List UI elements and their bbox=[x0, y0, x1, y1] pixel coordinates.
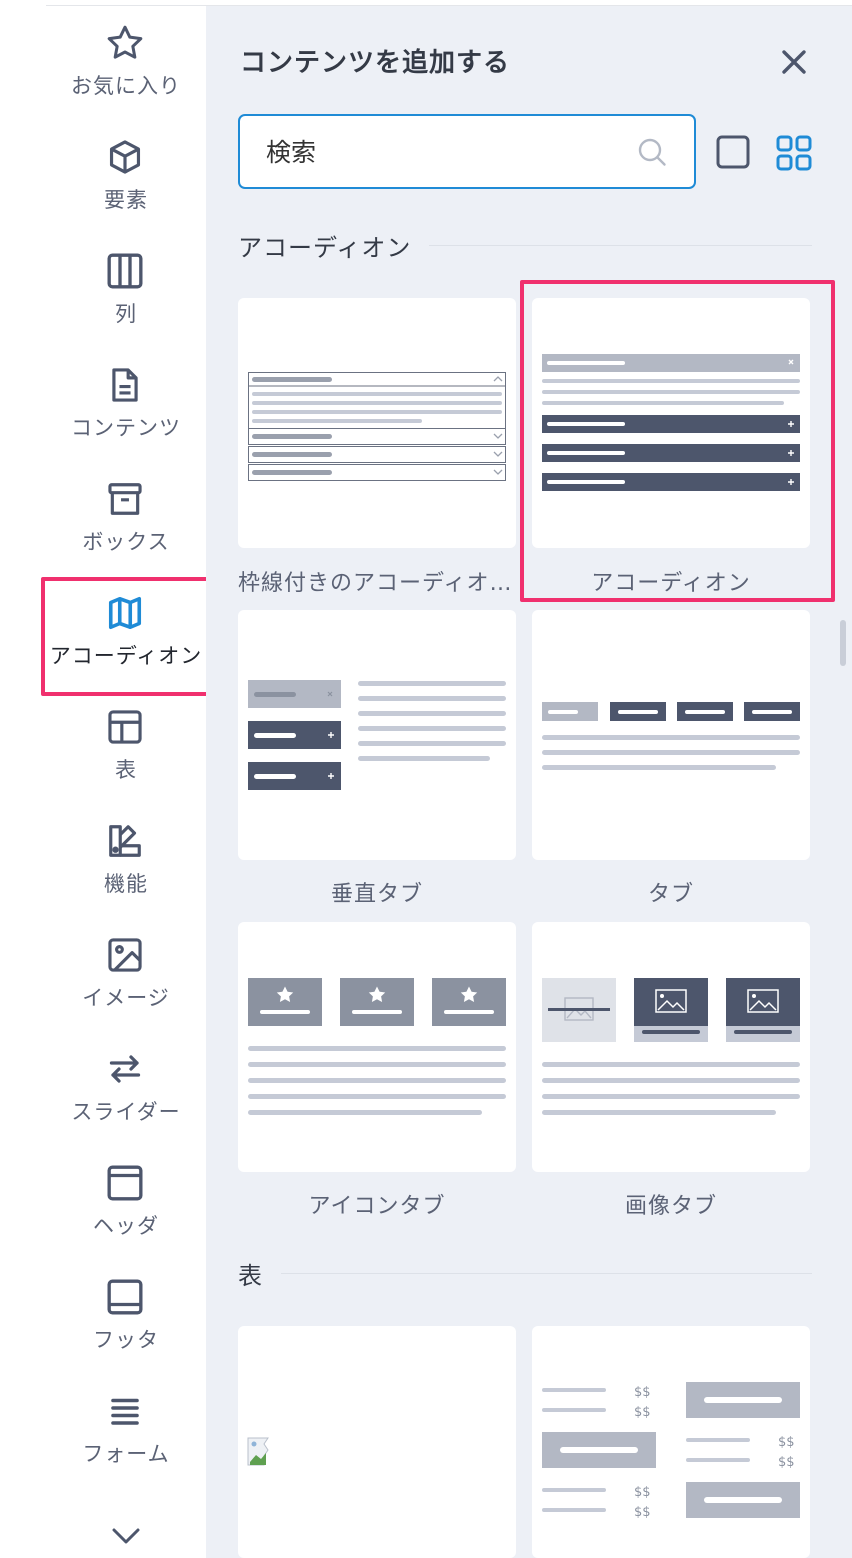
price-mark: $$ bbox=[778, 1455, 795, 1470]
sidebar-item-label: スライダー bbox=[71, 1100, 181, 1124]
section-heading-accordion: アコーディオン bbox=[238, 228, 812, 263]
sidebar-item-footer[interactable]: フッタ bbox=[46, 1260, 206, 1374]
sidebar-item-label: フォーム bbox=[82, 1442, 170, 1466]
document-icon bbox=[104, 364, 146, 406]
cube-icon bbox=[104, 136, 146, 178]
sidebar-item-contents[interactable]: コンテンツ bbox=[46, 348, 206, 462]
add-content-panel: コンテンツを追加する アコーディオン bbox=[206, 6, 852, 1558]
category-sidebar: お気に入り 要素 列 コンテンツ ボックス アコーディオン 表 機能 イメージ … bbox=[46, 6, 206, 1558]
header-icon bbox=[104, 1162, 146, 1204]
sidebar-item-label: ボックス bbox=[82, 530, 170, 554]
sidebar-item-label: フッタ bbox=[93, 1328, 159, 1352]
pricing-table-preview: $$ $$ $$ $$ $$ $$ bbox=[542, 1382, 800, 1520]
footer-icon bbox=[104, 1276, 146, 1318]
template-card-icon-tabs[interactable] bbox=[238, 922, 516, 1172]
price-mark: $$ bbox=[634, 1485, 651, 1500]
tabs-preview bbox=[542, 702, 800, 770]
search-input[interactable] bbox=[266, 132, 616, 172]
sidebar-item-label: 要素 bbox=[104, 188, 148, 212]
template-card-table-2[interactable]: $$ $$ $$ $$ $$ $$ bbox=[532, 1326, 810, 1558]
section-heading-table: 表 bbox=[238, 1256, 812, 1291]
card-label: タブ bbox=[647, 882, 694, 907]
template-card-tabs[interactable] bbox=[532, 610, 810, 860]
sidebar-item-label: 列 bbox=[115, 302, 137, 326]
template-card-table-1[interactable] bbox=[238, 1326, 516, 1558]
columns-icon bbox=[104, 250, 146, 292]
image-icon bbox=[104, 934, 146, 976]
card-label: 垂直タブ bbox=[330, 882, 423, 907]
sidebar-item-favorites[interactable]: お気に入り bbox=[46, 6, 206, 120]
price-mark: $$ bbox=[634, 1505, 651, 1520]
divider bbox=[281, 1273, 812, 1274]
sidebar-item-image[interactable]: イメージ bbox=[46, 918, 206, 1032]
search-box bbox=[238, 114, 696, 189]
single-view-icon[interactable] bbox=[716, 135, 750, 169]
sidebar-item-label: ヘッダ bbox=[93, 1214, 159, 1238]
icon-tabs-preview bbox=[248, 978, 506, 1115]
template-card-image-tabs[interactable] bbox=[532, 922, 810, 1172]
highlight-box-card bbox=[520, 280, 835, 602]
close-icon[interactable] bbox=[778, 46, 810, 78]
divider bbox=[429, 245, 812, 246]
search-icon[interactable] bbox=[636, 136, 668, 168]
price-mark: $$ bbox=[778, 1435, 795, 1450]
sidebar-item-table[interactable]: 表 bbox=[46, 690, 206, 804]
sidebar-item-label: コンテンツ bbox=[71, 416, 181, 440]
sidebar-item-label: 表 bbox=[115, 758, 137, 782]
scrollbar-thumb[interactable] bbox=[840, 620, 846, 666]
card-label: アイコンタブ bbox=[308, 1194, 446, 1219]
bordered-accordion-preview bbox=[248, 372, 506, 481]
image-tabs-preview bbox=[542, 978, 800, 1115]
section-title: 表 bbox=[238, 1262, 263, 1290]
price-mark: $$ bbox=[634, 1385, 651, 1400]
chevron-down-icon[interactable] bbox=[108, 1524, 144, 1550]
sidebar-item-columns[interactable]: 列 bbox=[46, 234, 206, 348]
grid-view-icon[interactable] bbox=[776, 135, 812, 171]
sidebar-item-elements[interactable]: 要素 bbox=[46, 120, 206, 234]
table-layout-icon bbox=[104, 706, 146, 748]
highlight-box-sidebar bbox=[41, 577, 213, 696]
arrows-swap-icon bbox=[104, 1048, 146, 1090]
sidebar-item-form[interactable]: フォーム bbox=[46, 1374, 206, 1488]
sidebar-item-header[interactable]: ヘッダ bbox=[46, 1146, 206, 1260]
sidebar-item-features[interactable]: 機能 bbox=[46, 804, 206, 918]
sidebar-item-slider[interactable]: スライダー bbox=[46, 1032, 206, 1146]
price-mark: $$ bbox=[634, 1405, 651, 1420]
swatch-icon bbox=[104, 820, 146, 862]
template-card-vertical-tabs[interactable] bbox=[238, 610, 516, 860]
sidebar-item-label: お気に入り bbox=[71, 74, 181, 98]
panel-title: コンテンツを追加する bbox=[240, 48, 511, 78]
sidebar-item-label: イメージ bbox=[82, 986, 170, 1010]
section-title: アコーディオン bbox=[238, 234, 412, 262]
star-icon bbox=[104, 22, 146, 64]
vertical-tabs-preview bbox=[248, 680, 506, 790]
card-label: 枠線付きのアコーディオ… bbox=[238, 571, 513, 596]
card-label: 画像タブ bbox=[624, 1194, 717, 1219]
sidebar-item-label: 機能 bbox=[104, 872, 148, 896]
archive-box-icon bbox=[104, 478, 146, 520]
sidebar-item-boxes[interactable]: ボックス bbox=[46, 462, 206, 576]
list-lines-icon bbox=[104, 1390, 146, 1432]
broken-image-icon bbox=[247, 1437, 269, 1466]
template-card-bordered-accordion[interactable] bbox=[238, 298, 516, 548]
